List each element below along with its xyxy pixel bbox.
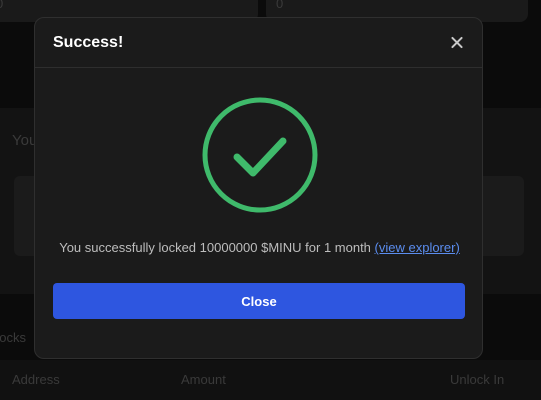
close-icon[interactable] xyxy=(450,36,464,50)
check-circle-icon xyxy=(202,97,318,213)
background-column-unlock-in: Unlock In xyxy=(450,372,505,387)
modal-header: Success! xyxy=(35,18,482,68)
view-explorer-link[interactable]: (view explorer) xyxy=(375,240,460,255)
success-message: You successfully locked 10000000 $MINU f… xyxy=(35,240,482,255)
success-message-text: You successfully locked 10000000 $MINU f… xyxy=(59,240,375,255)
success-modal: Success! You successfully locked 1000000… xyxy=(34,17,483,359)
close-button[interactable]: Close xyxy=(53,283,465,319)
background-table-header: Address Amount Unlock In xyxy=(0,360,541,400)
background-stat-value-right: 0 xyxy=(276,0,284,11)
app-root: 0 0 You Locks Address Amount Unlock In S… xyxy=(0,0,541,400)
modal-title: Success! xyxy=(53,33,124,51)
background-locks-label: Locks xyxy=(0,330,26,345)
background-column-amount: Amount xyxy=(181,372,226,387)
background-stat-value-left: 0 xyxy=(0,0,3,11)
background-column-address: Address xyxy=(12,372,60,387)
